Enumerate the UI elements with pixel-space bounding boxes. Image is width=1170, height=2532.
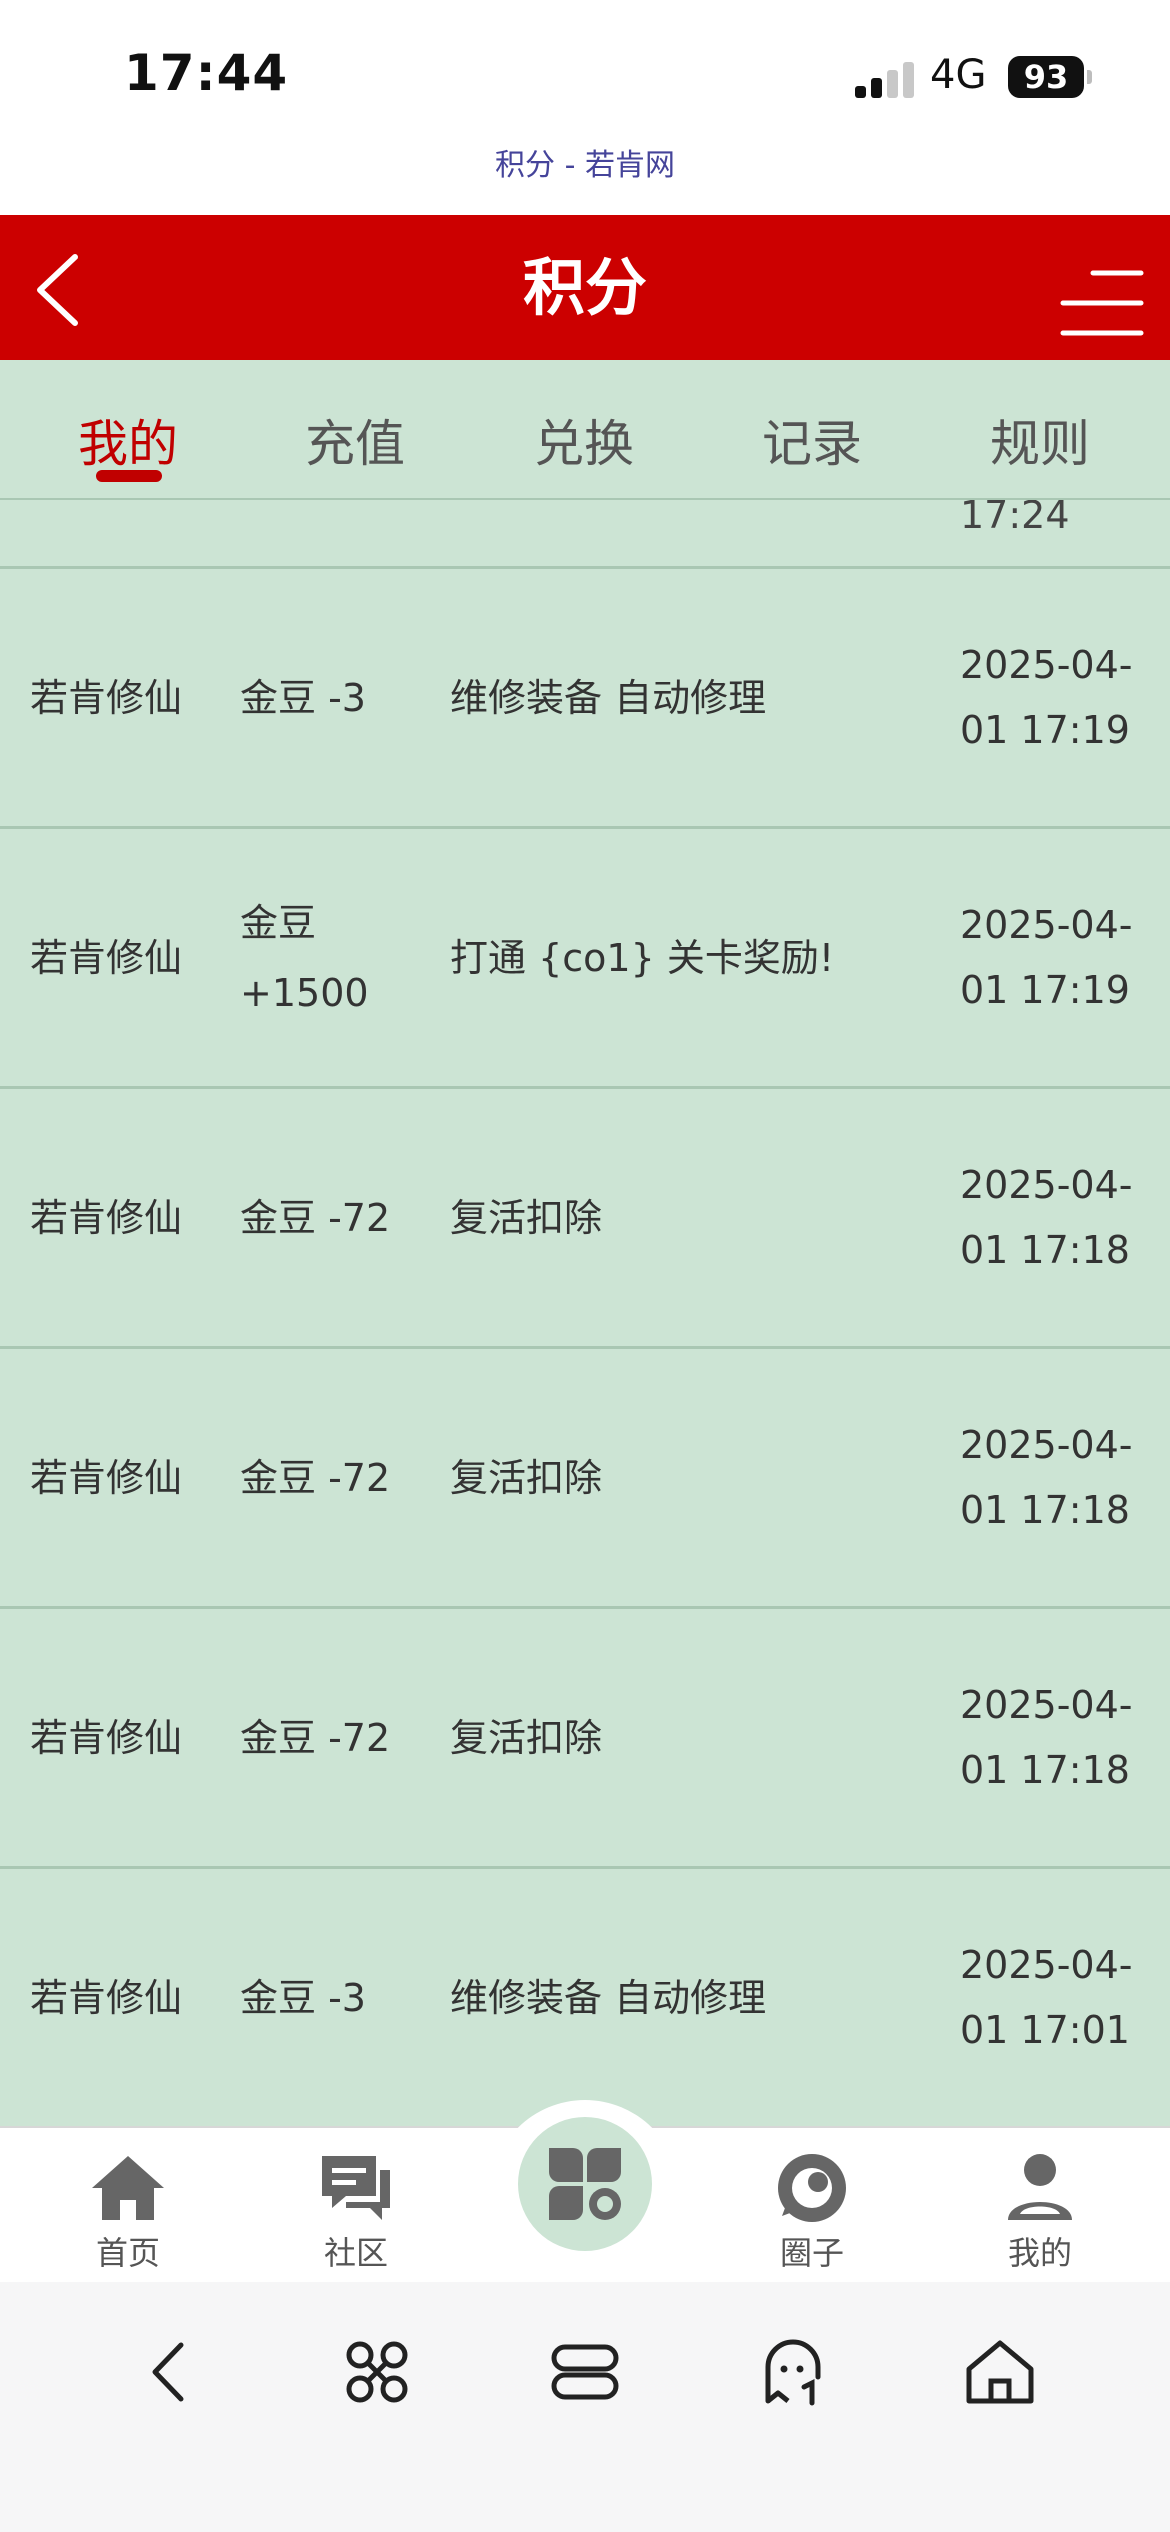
record-time: 2025-04-01 17:18 <box>960 1162 1133 1272</box>
list-item: 若肯修仙 金豆 +1500 打通 {co1} 关卡奖励! 2025-04-01 17:… <box>0 829 1170 1089</box>
record-user: 若肯修仙 <box>30 1455 183 1500</box>
tab-bar: 我的 充值 兑换 记录 规则 <box>0 360 1170 500</box>
back-button[interactable] <box>20 245 100 335</box>
record-description: 复活扣除 <box>450 1715 603 1760</box>
app-header: 积分 <box>0 215 1170 360</box>
list-item: 若肯修仙 金豆 -72 复活扣除 2025-04-01 17:18 <box>0 1349 1170 1609</box>
nav-community[interactable]: 社区 <box>266 2128 446 2284</box>
record-user: 若肯修仙 <box>30 1715 183 1760</box>
user-icon <box>1008 2154 1072 2220</box>
nav-label: 圈子 <box>779 2234 844 2272</box>
browser-back-button[interactable] <box>125 2327 215 2417</box>
record-time: 2025-04-01 17:01 <box>960 1942 1133 2052</box>
nav-label: 我的 <box>1007 2234 1072 2272</box>
battery-icon: 93 <box>1008 56 1084 98</box>
browser-ghost-button[interactable] <box>748 2327 838 2417</box>
tabs-icon <box>551 2344 619 2400</box>
menu-button[interactable] <box>1055 265 1145 345</box>
record-user: 若肯修仙 <box>30 1195 183 1240</box>
chevron-left-icon <box>37 254 78 326</box>
tab-rules[interactable]: 规则 <box>940 360 1140 498</box>
list-item: 17:24 <box>0 500 1170 569</box>
home-icon <box>92 2156 164 2220</box>
record-description: 复活扣除 <box>450 1455 603 1500</box>
nav-label: 首页 <box>95 2234 160 2272</box>
record-rows: 若肯修仙 金豆 -3 维修装备 自动修理 2025-04-01 17:19 若肯修仙 金豆… <box>0 569 1170 2126</box>
command-icon <box>346 2341 408 2403</box>
record-amount: 金豆 -72 <box>240 1195 391 1240</box>
record-time: 17:24 <box>960 500 1070 537</box>
record-amount: 金豆 -3 <box>240 1975 366 2020</box>
status-bar: 17:44 4G 93 <box>0 0 1170 130</box>
chat-icon <box>322 2156 390 2220</box>
home-icon <box>966 2340 1034 2404</box>
record-amount: 金豆 -72 <box>240 1455 391 1500</box>
record-time: 2025-04-01 17:19 <box>960 902 1133 1012</box>
record-user: 若肯修仙 <box>30 675 183 720</box>
back-icon <box>152 2342 184 2402</box>
nav-label: 社区 <box>323 2234 388 2272</box>
tab-exchange[interactable]: 兑换 <box>484 360 684 498</box>
record-description: 维修装备 自动修理 <box>450 675 767 720</box>
points-record-list[interactable]: 17:24 若肯修仙 金豆 -3 维修装备 自动修理 2025-04-01 17:19… <box>0 500 1170 2126</box>
page-title: 积分 <box>522 251 647 324</box>
network-type: 4G <box>930 52 987 98</box>
center-apps-button[interactable] <box>518 2117 652 2251</box>
browser-toolbar <box>0 2282 1170 2532</box>
record-description: 维修装备 自动修理 <box>450 1975 767 2020</box>
record-user: 若肯修仙 <box>30 1975 183 2020</box>
record-description: 打通 {co1} 关卡奖励! <box>450 935 835 980</box>
ghost-icon <box>765 2339 821 2406</box>
nav-mine[interactable]: 我的 <box>950 2128 1130 2284</box>
record-amount: 金豆 -3 <box>240 675 366 720</box>
tab-recharge[interactable]: 充值 <box>255 360 455 498</box>
apps-icon <box>549 2148 621 2220</box>
browser-tabs-button[interactable] <box>540 2327 630 2417</box>
browser-command-button[interactable] <box>332 2327 422 2417</box>
record-time: 2025-04-01 17:18 <box>960 1422 1133 1532</box>
record-time: 2025-04-01 17:18 <box>960 1682 1133 1792</box>
browser-home-button[interactable] <box>955 2327 1045 2417</box>
tab-records[interactable]: 记录 <box>712 360 912 498</box>
record-time: 2025-04-01 17:19 <box>960 642 1133 752</box>
list-item: 若肯修仙 金豆 -72 复活扣除 2025-04-01 17:18 <box>0 1089 1170 1349</box>
battery-tip <box>1087 70 1092 84</box>
status-time: 17:44 <box>124 44 289 102</box>
list-item: 若肯修仙 金豆 -3 维修装备 自动修理 2025-04-01 17:01 <box>0 1869 1170 2126</box>
nav-circle[interactable]: 圈子 <box>722 2128 902 2284</box>
nav-home[interactable]: 首页 <box>38 2128 218 2284</box>
list-item: 若肯修仙 金豆 -3 维修装备 自动修理 2025-04-01 17:19 <box>0 569 1170 829</box>
signal-icon <box>855 60 915 98</box>
menu-icon <box>1060 270 1144 336</box>
active-tab-indicator <box>96 470 162 482</box>
record-amount: 金豆 -72 <box>240 1715 391 1760</box>
browser-page-title[interactable]: 积分 - 若肯网 <box>0 140 1170 184</box>
record-amount: 金豆 +1500 <box>240 900 369 1015</box>
record-user: 若肯修仙 <box>30 935 183 980</box>
circle-icon <box>778 2154 846 2222</box>
record-description: 复活扣除 <box>450 1195 603 1240</box>
list-item: 若肯修仙 金豆 -72 复活扣除 2025-04-01 17:18 <box>0 1609 1170 1869</box>
